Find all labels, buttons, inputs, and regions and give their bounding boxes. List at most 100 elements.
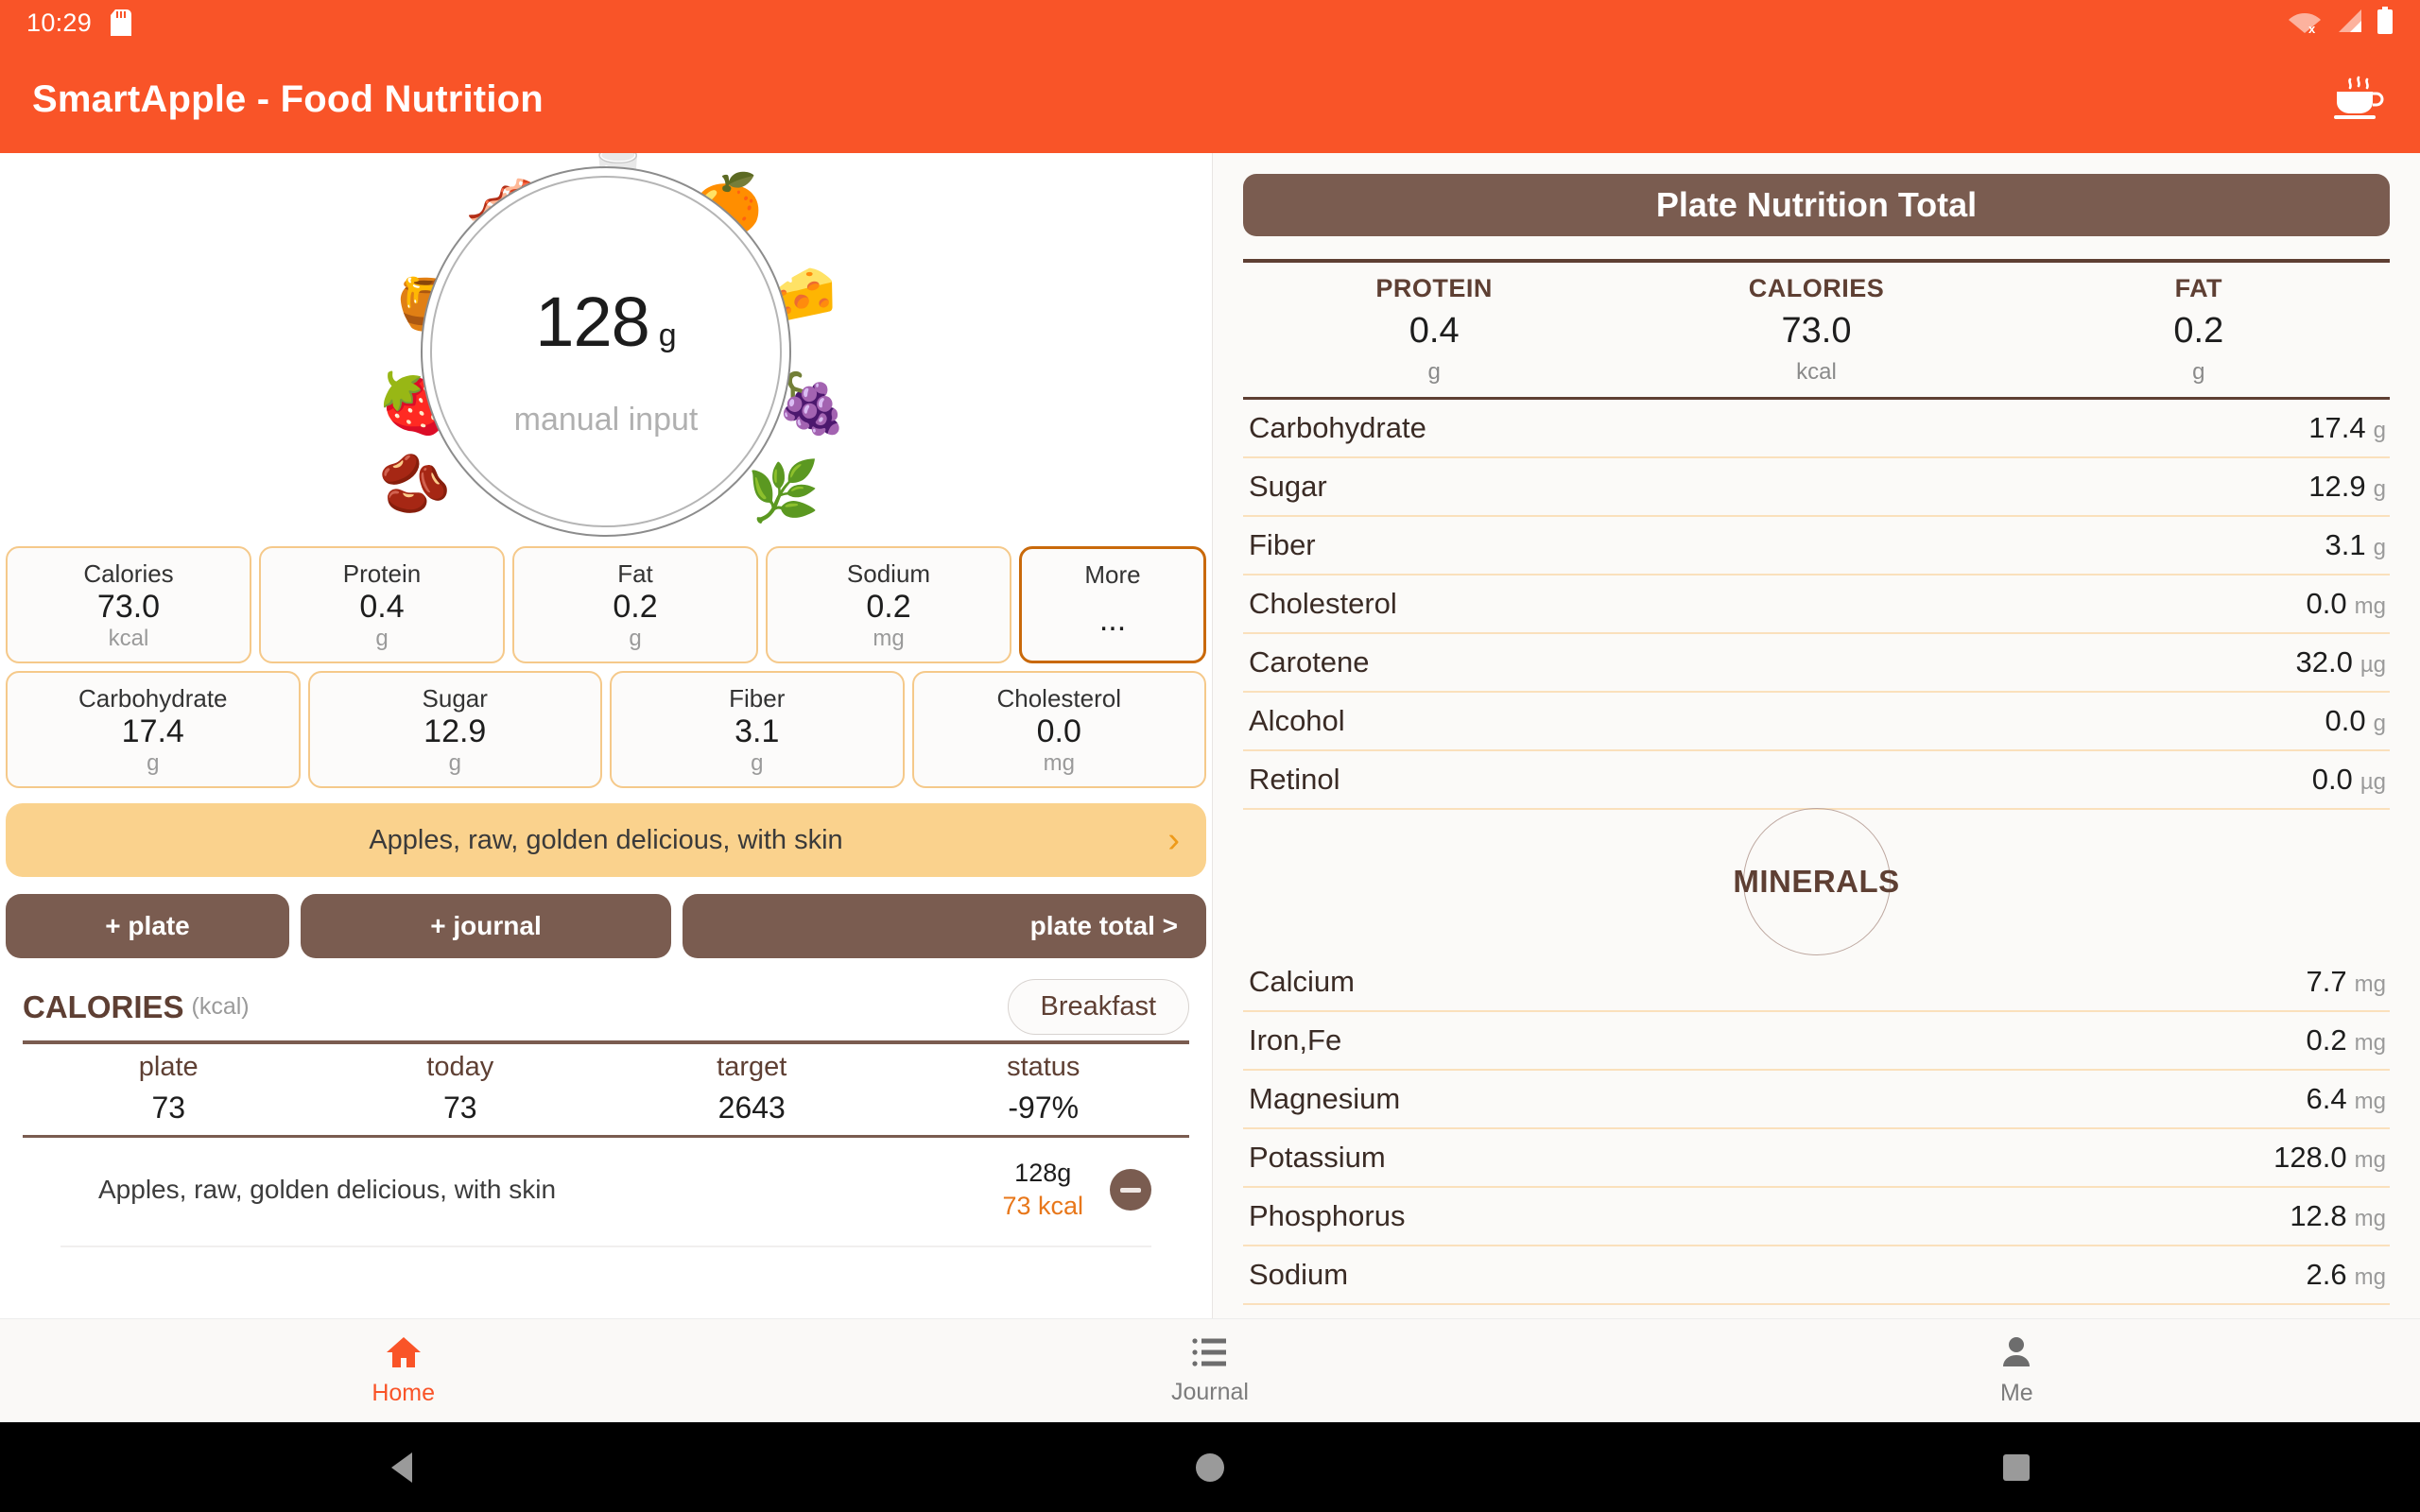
- table-row[interactable]: Sugar 12.9 g: [1243, 458, 2390, 517]
- nutrient-name: Fiber: [1249, 528, 1316, 561]
- app-bar: SmartApple - Food Nutrition: [0, 45, 2420, 153]
- nutrient-name: Alcohol: [1249, 704, 1345, 737]
- macro-value-protein: 0.4: [1409, 311, 1460, 351]
- col-header-today: today: [426, 1052, 494, 1082]
- nutrient-value-group: 3.1 g: [2325, 528, 2386, 562]
- chip-value: 17.4: [121, 713, 184, 749]
- mineral-value: 0.1: [2307, 1316, 2347, 1318]
- status-time: 10:29: [26, 8, 93, 37]
- calories-header: CALORIES (kcal) Breakfast: [23, 979, 1189, 1035]
- chip-cholesterol[interactable]: Cholesterol 0.0 mg: [911, 671, 1206, 788]
- scale-display[interactable]: 🥓 🥛 🍊 🧀 🍇 🌿 🫘 🍓 🍯 128 g manual input: [0, 153, 1212, 541]
- nutrient-value: 0.0: [2325, 704, 2366, 737]
- table-row[interactable]: Zinc 0.1 mg: [1243, 1305, 2390, 1318]
- chip-label: Calories: [83, 559, 174, 588]
- manual-input-hint[interactable]: manual input: [514, 402, 699, 438]
- food-emoji-herb: 🌿: [747, 459, 821, 524]
- macro-unit-fat: g: [2192, 359, 2205, 385]
- chip-fat[interactable]: Fat 0.2 g: [512, 546, 758, 663]
- mineral-unit: mg: [2354, 1030, 2386, 1056]
- chip-sugar[interactable]: Sugar 12.9 g: [307, 671, 602, 788]
- nutrient-unit: g: [2373, 535, 2386, 560]
- scale-dial[interactable]: 128 g manual input: [421, 166, 791, 537]
- macro-label-fat: FAT: [2174, 274, 2223, 302]
- table-row[interactable]: Magnesium 6.4 mg: [1243, 1071, 2390, 1129]
- minerals-list: Calcium 7.7 mg Iron,Fe 0.2 mg Magnesium …: [1243, 954, 2390, 1318]
- nav-item-me[interactable]: Me: [1614, 1319, 2420, 1422]
- calories-section: CALORIES (kcal) Breakfast plate today ta…: [23, 979, 1189, 1247]
- nutrient-value: 17.4: [2308, 411, 2366, 444]
- macro-summary-table: PROTEIN CALORIES FAT 0.4 73.0 0.2 g kcal…: [1243, 259, 2390, 400]
- recents-square-icon[interactable]: [1614, 1452, 2420, 1483]
- mineral-value: 7.7: [2306, 965, 2347, 998]
- col-header-status: status: [1007, 1052, 1080, 1082]
- mineral-name: Sodium: [1249, 1258, 1349, 1291]
- nav-label-journal: Journal: [1170, 1378, 1249, 1405]
- back-icon[interactable]: [0, 1451, 806, 1485]
- mineral-unit: mg: [2354, 971, 2386, 997]
- meal-selector-button[interactable]: Breakfast: [1007, 979, 1189, 1035]
- table-row[interactable]: Fiber 3.1 g: [1243, 517, 2390, 576]
- nutrient-unit: mg: [2354, 593, 2386, 619]
- chip-unit: g: [751, 750, 764, 776]
- table-row[interactable]: Phosphorus 12.8 mg: [1243, 1188, 2390, 1246]
- android-system-nav: [0, 1422, 2420, 1512]
- mineral-value-group: 12.8 mg: [2290, 1199, 2386, 1233]
- weight-unit: g: [658, 318, 677, 353]
- mineral-unit: mg: [2354, 1206, 2386, 1231]
- table-row[interactable]: Carotene 32.0 µg: [1243, 634, 2390, 693]
- nutrient-value-group: 12.9 g: [2308, 470, 2386, 504]
- svg-text:x: x: [2308, 22, 2316, 34]
- entry-right-group: 128g 73 kcal: [1002, 1159, 1151, 1221]
- nutrient-name: Cholesterol: [1249, 587, 1397, 620]
- table-row[interactable]: Sodium 2.6 mg: [1243, 1246, 2390, 1305]
- table-row[interactable]: Retinol 0.0 µg: [1243, 751, 2390, 810]
- person-icon: [1999, 1335, 2033, 1374]
- list-item[interactable]: Apples, raw, golden delicious, with skin…: [60, 1138, 1151, 1247]
- chip-protein[interactable]: Protein 0.4 g: [259, 546, 505, 663]
- home-circle-icon[interactable]: [806, 1452, 1613, 1484]
- nav-item-home[interactable]: Home: [0, 1319, 806, 1422]
- value-today: 73: [442, 1091, 477, 1125]
- nutrient-value: 3.1: [2325, 528, 2366, 561]
- chip-fiber[interactable]: Fiber 3.1 g: [610, 671, 905, 788]
- selected-food-banner[interactable]: Apples, raw, golden delicious, with skin…: [6, 803, 1206, 877]
- nutrient-value: 32.0: [2295, 645, 2353, 679]
- chip-carbohydrate[interactable]: Carbohydrate 17.4 g: [6, 671, 301, 788]
- chip-label: Sodium: [846, 559, 931, 588]
- minus-circle-icon[interactable]: [1110, 1169, 1151, 1211]
- main-content: 🥓 🥛 🍊 🧀 🍇 🌿 🫘 🍓 🍯 128 g manual input: [0, 153, 2420, 1318]
- plate-total-button[interactable]: plate total >: [683, 894, 1206, 958]
- entry-amounts: 128g 73 kcal: [1002, 1159, 1083, 1221]
- add-to-plate-button[interactable]: + plate: [6, 894, 289, 958]
- cellular-signal-icon: [2335, 8, 2363, 39]
- nav-item-journal[interactable]: Journal: [806, 1319, 1613, 1422]
- chevron-right-icon[interactable]: ›: [1167, 820, 1180, 861]
- chip-label: Fiber: [729, 684, 786, 713]
- mineral-value: 128.0: [2273, 1141, 2347, 1174]
- table-row[interactable]: Carbohydrate 17.4 g: [1243, 400, 2390, 458]
- coffee-cup-icon[interactable]: [2329, 76, 2388, 123]
- bottom-navigation: Home Journal Me: [0, 1318, 2420, 1422]
- wifi-off-icon: x: [2288, 8, 2322, 39]
- table-row[interactable]: Iron,Fe 0.2 mg: [1243, 1012, 2390, 1071]
- table-row[interactable]: Alcohol 0.0 g: [1243, 693, 2390, 751]
- macro-value-calories: 73.0: [1781, 311, 1852, 351]
- table-row[interactable]: Calcium 7.7 mg: [1243, 954, 2390, 1012]
- add-to-journal-button[interactable]: + journal: [301, 894, 671, 958]
- nutrient-value-group: 17.4 g: [2308, 411, 2386, 445]
- chip-more[interactable]: More ...: [1019, 546, 1206, 663]
- nav-label-me: Me: [1999, 1379, 2033, 1406]
- chip-calories[interactable]: Calories 73.0 kcal: [6, 546, 251, 663]
- calories-table-value-row: 73 73 2643 -97%: [23, 1087, 1189, 1135]
- chip-value: 12.9: [424, 713, 487, 749]
- mineral-unit: mg: [2354, 1147, 2386, 1173]
- macro-unit-calories: kcal: [1796, 359, 1837, 385]
- chip-sodium[interactable]: Sodium 0.2 mg: [766, 546, 1011, 663]
- scale-dial-inner: 128 g manual input: [430, 176, 782, 527]
- mineral-value-group: 128.0 mg: [2273, 1141, 2386, 1175]
- table-row[interactable]: Potassium 128.0 mg: [1243, 1129, 2390, 1188]
- nutrient-value: 0.0: [2311, 763, 2353, 796]
- table-row[interactable]: Cholesterol 0.0 mg: [1243, 576, 2390, 634]
- col-header-plate: plate: [138, 1052, 199, 1082]
